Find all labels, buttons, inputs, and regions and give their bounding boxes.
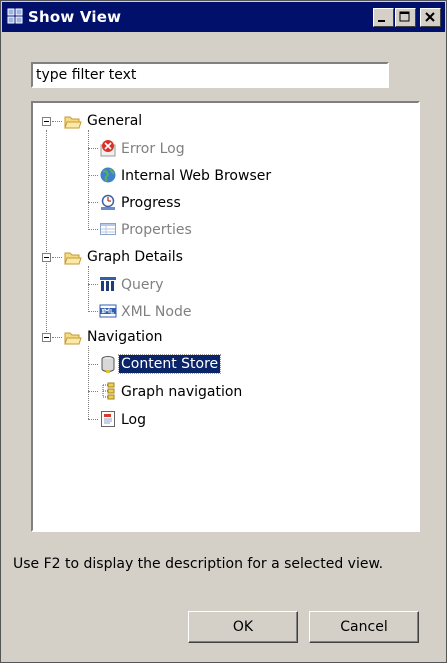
tree-connector [52,337,62,338]
view-tree[interactable]: General Error Log Internal Web Browser P… [31,101,420,532]
view-item-xml-node[interactable]: XML Node [121,303,191,321]
title-bar[interactable]: Show View [2,2,445,32]
tree-connector [52,121,62,122]
minimize-icon [378,20,385,22]
view-item-properties[interactable]: Properties [121,221,192,239]
collapse-general-toggle[interactable] [42,117,51,126]
tree-connector [52,257,62,258]
globe-icon [100,167,116,183]
progress-icon [101,194,115,210]
folder-open-icon [64,116,82,129]
show-view-dialog: Show View General Error Log [0,0,447,663]
maximize-button[interactable] [395,8,416,27]
view-item-log[interactable]: Log [121,411,146,429]
tree-connector [88,364,98,365]
window-title: Show View [28,8,122,26]
tree-connector [46,130,47,338]
view-item-error-log[interactable]: Error Log [121,140,185,158]
collapse-navigation-toggle[interactable] [42,333,51,342]
close-icon [425,12,435,22]
tree-connector [88,202,98,203]
collapse-graph-details-toggle[interactable] [42,253,51,262]
view-item-graph-navigation[interactable]: Graph navigation [121,383,242,401]
minimize-button[interactable] [373,8,394,27]
properties-icon [100,223,116,235]
folder-open-icon [64,332,82,345]
hierarchy-icon [102,382,115,400]
category-label-navigation[interactable]: Navigation [87,328,163,346]
close-button[interactable] [420,8,441,27]
query-icon [100,277,116,291]
folder-open-icon [64,252,82,265]
maximize-icon [399,11,410,22]
show-view-icon [7,8,23,24]
xml-icon [99,304,117,318]
view-item-internal-web-browser[interactable]: Internal Web Browser [121,167,271,185]
description-hint: Use F2 to display the description for a … [13,556,384,572]
tree-connector [88,346,89,419]
tree-connector [88,266,89,312]
cancel-button[interactable]: Cancel [309,611,419,643]
tree-connector [88,311,98,312]
tree-connector [88,391,98,392]
database-icon [101,356,115,373]
view-item-query[interactable]: Query [121,276,164,294]
filter-input[interactable] [31,62,389,88]
tree-connector [88,148,98,149]
ok-button[interactable]: OK [188,611,298,643]
log-icon [101,411,115,427]
category-label-general[interactable]: General [87,112,142,130]
tree-connector [88,175,98,176]
tree-connector [88,130,89,230]
category-label-graph-details[interactable]: Graph Details [87,248,183,266]
tree-connector [88,284,98,285]
error-log-icon [100,140,116,157]
view-item-progress[interactable]: Progress [121,194,181,212]
tree-connector [88,419,98,420]
tree-connector [88,229,98,230]
view-item-content-store[interactable]: Content Store [117,354,222,374]
